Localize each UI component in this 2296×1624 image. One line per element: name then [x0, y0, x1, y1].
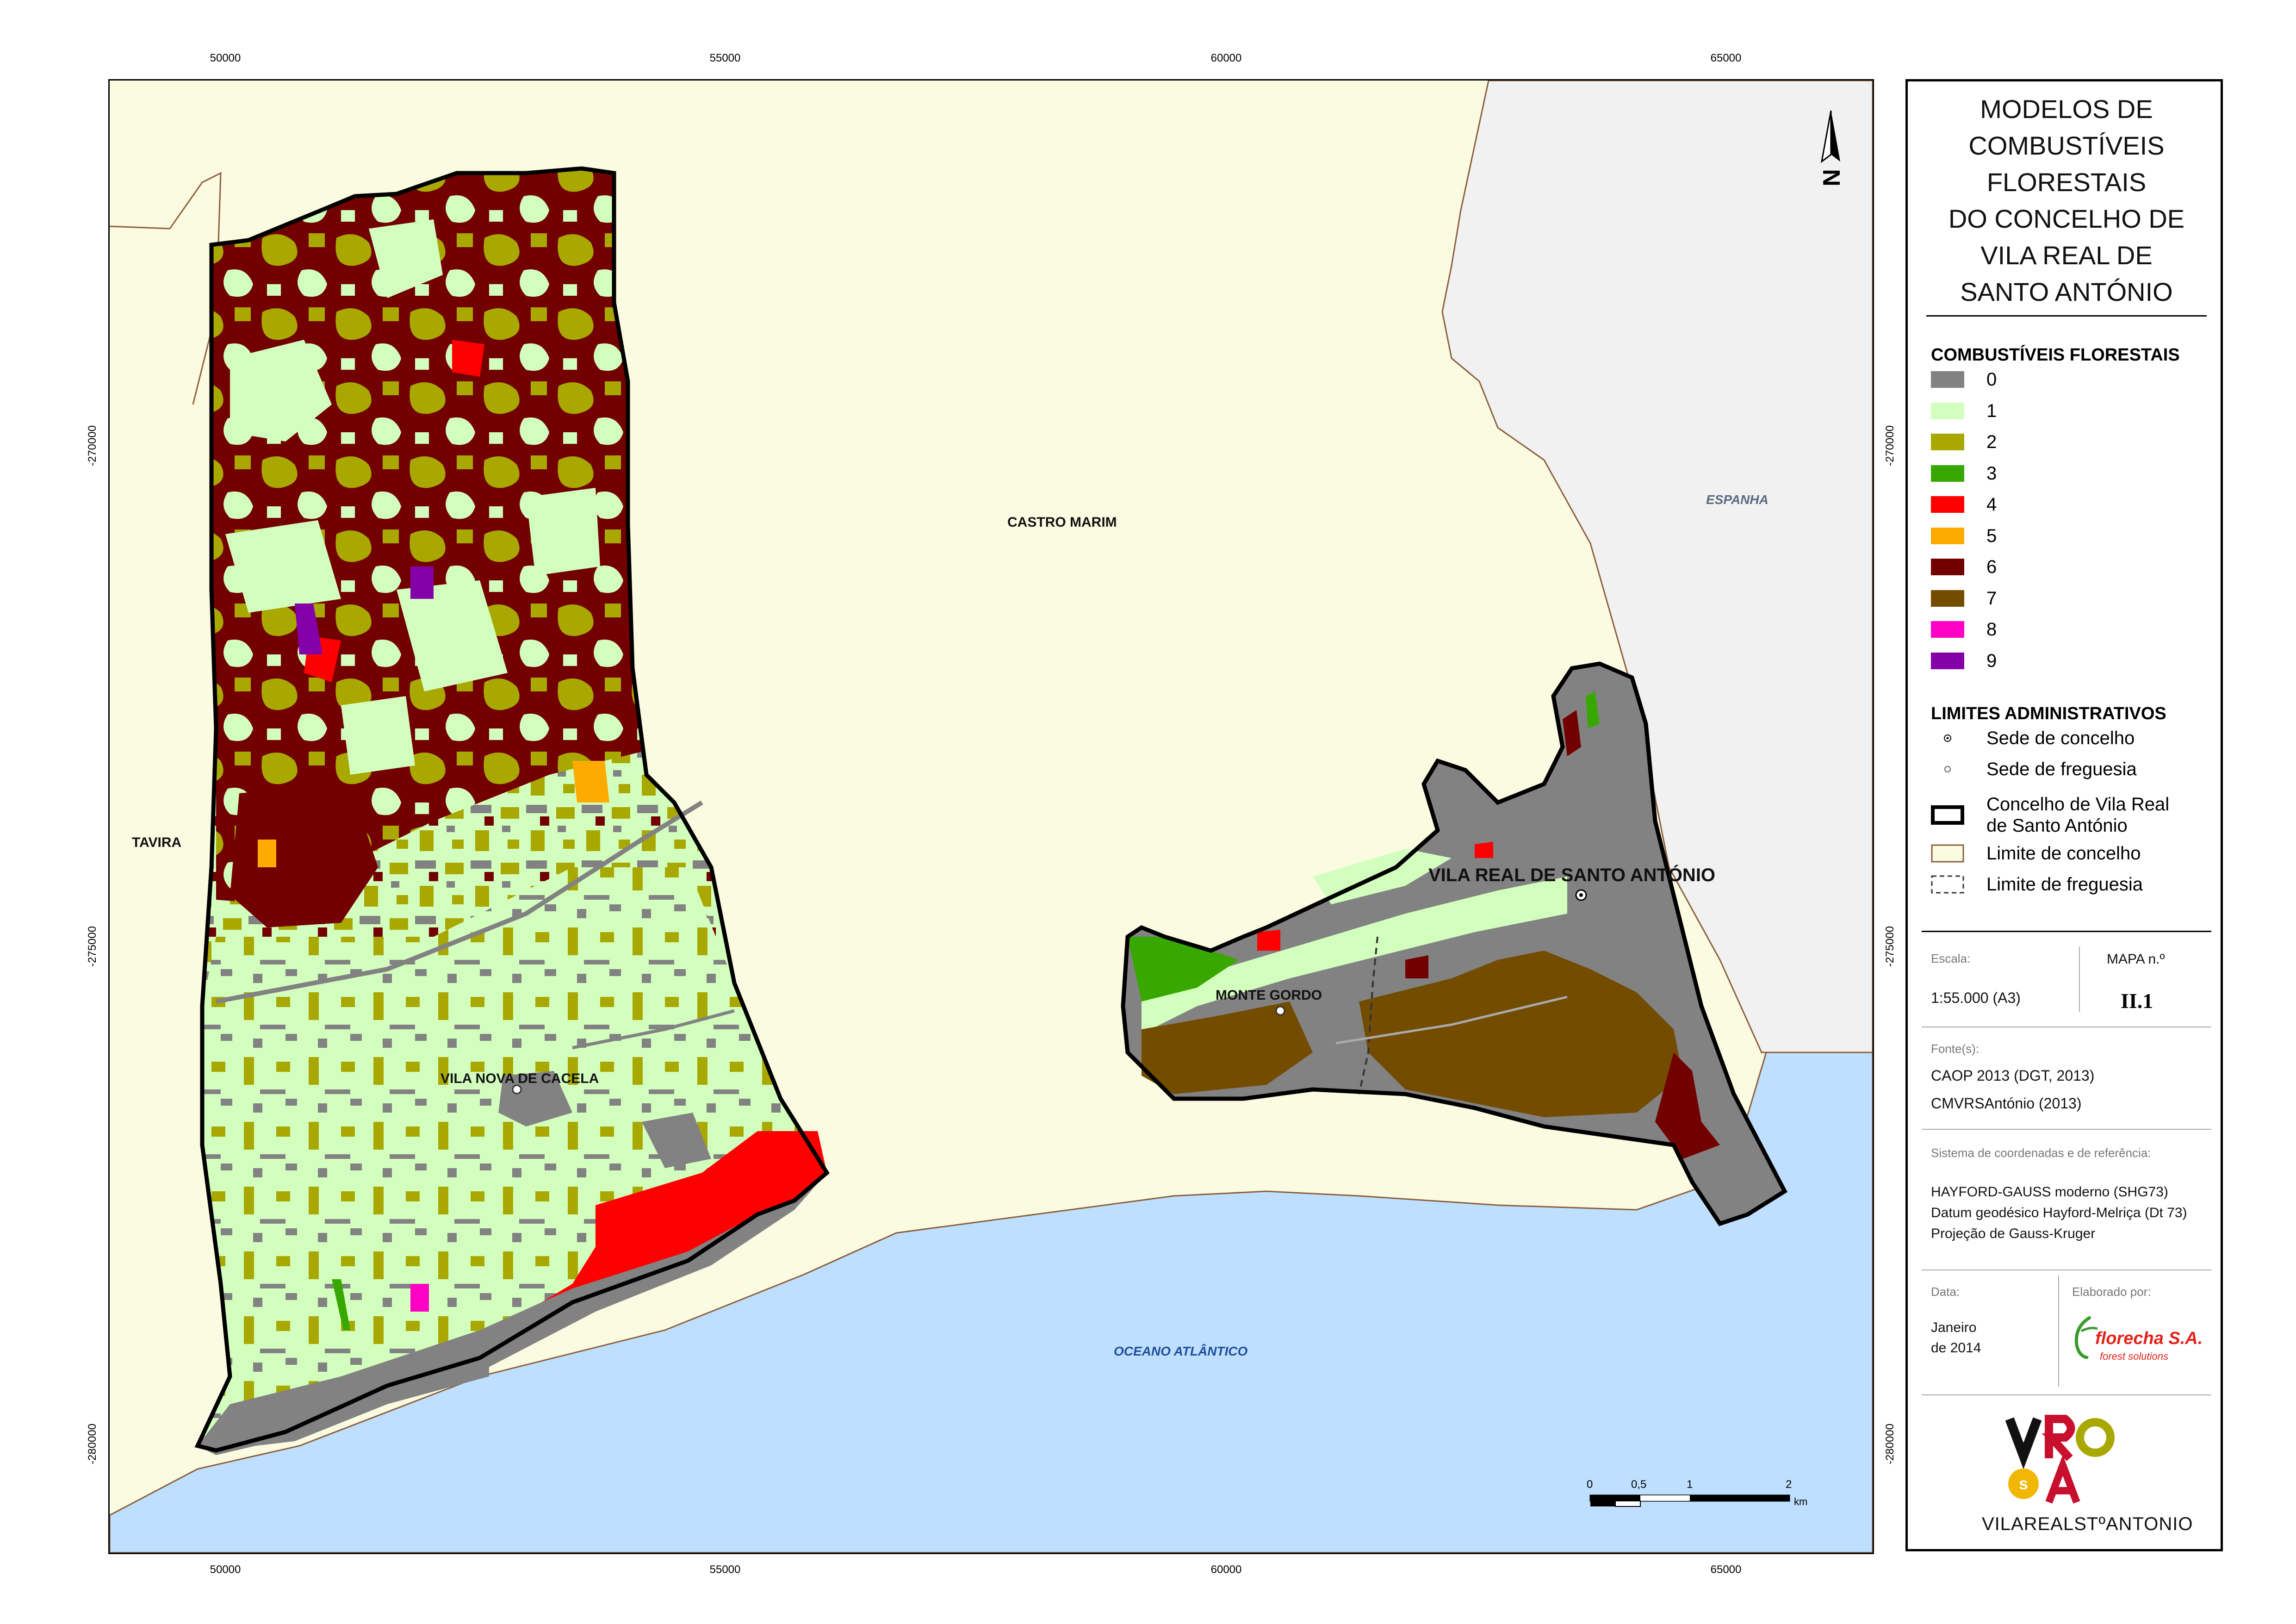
legend-limite-concelho: Limite de concelho: [1931, 843, 2141, 864]
scale-bar-unit: km: [1794, 1496, 1808, 1507]
x-tick-label: 55000: [709, 52, 741, 64]
x-tick-label: 50000: [210, 52, 241, 64]
svg-text:s: s: [2019, 1474, 2028, 1493]
legend-fuel-8: 8: [1931, 619, 1997, 640]
scale-bar-label: 1: [1687, 1478, 1693, 1491]
date-line: de 2014: [1931, 1340, 1981, 1356]
crs-line: HAYFORD-GAUSS moderno (SHG73): [1931, 1184, 2168, 1200]
label-espanha: ESPANHA: [1706, 492, 1769, 507]
crs-line: Projeção de Gauss-Kruger: [1931, 1226, 2096, 1241]
swatch: [1931, 434, 1964, 450]
legend-sede-concelho: Sede de concelho: [1931, 728, 2135, 748]
swatch: [1931, 621, 1964, 638]
label-castro-marim: CASTRO MARIM: [1007, 515, 1117, 530]
x-tick-label: 50000: [210, 1563, 241, 1576]
scale-label: Escala:: [1931, 952, 1971, 965]
sources-label: Fonte(s):: [1931, 1042, 1980, 1056]
scale-bar-label: 0,5: [1631, 1478, 1647, 1491]
legend-fuel-5: 5: [1931, 526, 1997, 546]
swatch: [1931, 371, 1964, 388]
y-tick-label: -280000: [86, 1423, 99, 1465]
y-tick-label: -275000: [86, 926, 99, 967]
source-line: CAOP 2013 (DGT, 2013): [1931, 1067, 2095, 1084]
label-vila-real: VILA REAL DE SANTO ANTÓNIO: [1428, 865, 1716, 885]
scale-bar-label: 2: [1786, 1478, 1792, 1491]
swatch: [1931, 653, 1964, 669]
swatch: [1931, 465, 1964, 482]
y-tick-label: -270000: [1884, 425, 1896, 467]
map-number-label: MAPA n.º: [2107, 952, 2165, 967]
y-tick-label: -275000: [1884, 926, 1896, 967]
vrsa-logo: s VILAREALSTºANTONIO: [1977, 1414, 2192, 1539]
x-tick-label: 65000: [1710, 1563, 1742, 1576]
crs-label: Sistema de coordenadas e de referência:: [1931, 1146, 2151, 1160]
sede-freguesia-marker: [1275, 1006, 1285, 1016]
legend-fuel-6: 6: [1931, 557, 1997, 577]
x-tick-label: 60000: [1210, 52, 1242, 64]
fuel-legend-heading: COMBUSTÍVEIS FLORESTAIS: [1931, 345, 2180, 365]
swatch: [1931, 496, 1964, 513]
legend-concelho-vrsa: Concelho de Vila Real de Santo António: [1931, 794, 2169, 836]
legend-fuel-9: 9: [1931, 651, 1997, 671]
y-tick-label: -270000: [86, 425, 99, 467]
legend-limite-freguesia: Limite de freguesia: [1931, 874, 2143, 895]
x-tick-label: 55000: [709, 1563, 741, 1576]
swatch: [1931, 528, 1964, 544]
x-tick-label: 65000: [1710, 52, 1742, 64]
date-line: Janeiro: [1931, 1320, 1977, 1335]
legend-fuel-0: 0: [1931, 369, 1997, 390]
legend-panel: MODELOS DE COMBUSTÍVEIS FLORESTAIS DO CO…: [1905, 79, 2223, 1551]
y-tick-label: -280000: [1884, 1423, 1896, 1465]
label-monte-gordo: MONTE GORDO: [1216, 988, 1322, 1003]
map-canvas: [110, 81, 1873, 1553]
author-logo: florecha S.A. forest solutions: [2072, 1313, 2211, 1368]
legend-fuel-4: 4: [1931, 494, 1997, 515]
map-frame[interactable]: CASTRO MARIM ESPANHA TAVIRA VILA REAL DE…: [108, 79, 1874, 1554]
legend-fuel-3: 3: [1931, 463, 1997, 484]
map-title: MODELOS DE COMBUSTÍVEIS FLORESTAIS DO CO…: [1948, 94, 2185, 306]
crs-line: Datum geodésico Hayford-Melriça (Dt 73): [1931, 1205, 2187, 1220]
source-line: CMVRSAntónio (2013): [1931, 1095, 2082, 1112]
west-concelho: [194, 166, 830, 1455]
scale-value: 1:55.000 (A3): [1931, 989, 2021, 1006]
legend-fuel-2: 2: [1931, 432, 1997, 452]
tavira-border: [110, 172, 222, 405]
label-tavira: TAVIRA: [132, 835, 182, 850]
date-label: Data:: [1931, 1285, 1960, 1299]
map-number: II.1: [2121, 989, 2153, 1013]
author-label: Elaborado por:: [2072, 1285, 2151, 1299]
legend-sede-freguesia: Sede de freguesia: [1931, 759, 2137, 779]
swatch: [1931, 590, 1964, 607]
admin-legend-heading: LIMITES ADMINISTRATIVOS: [1931, 704, 2166, 723]
swatch: [1931, 559, 1964, 575]
scale-bar-label: 0: [1587, 1478, 1593, 1491]
label-vila-nova: VILA NOVA DE CACELA: [441, 1071, 599, 1086]
swatch: [1931, 403, 1964, 419]
legend-fuel-7: 7: [1931, 588, 1997, 609]
x-tick-label: 60000: [1210, 1563, 1242, 1576]
legend-fuel-1: 1: [1931, 401, 1997, 421]
north-label: N: [1818, 169, 1845, 187]
label-oceano: OCEANO ATLÂNTICO: [1114, 1344, 1248, 1358]
